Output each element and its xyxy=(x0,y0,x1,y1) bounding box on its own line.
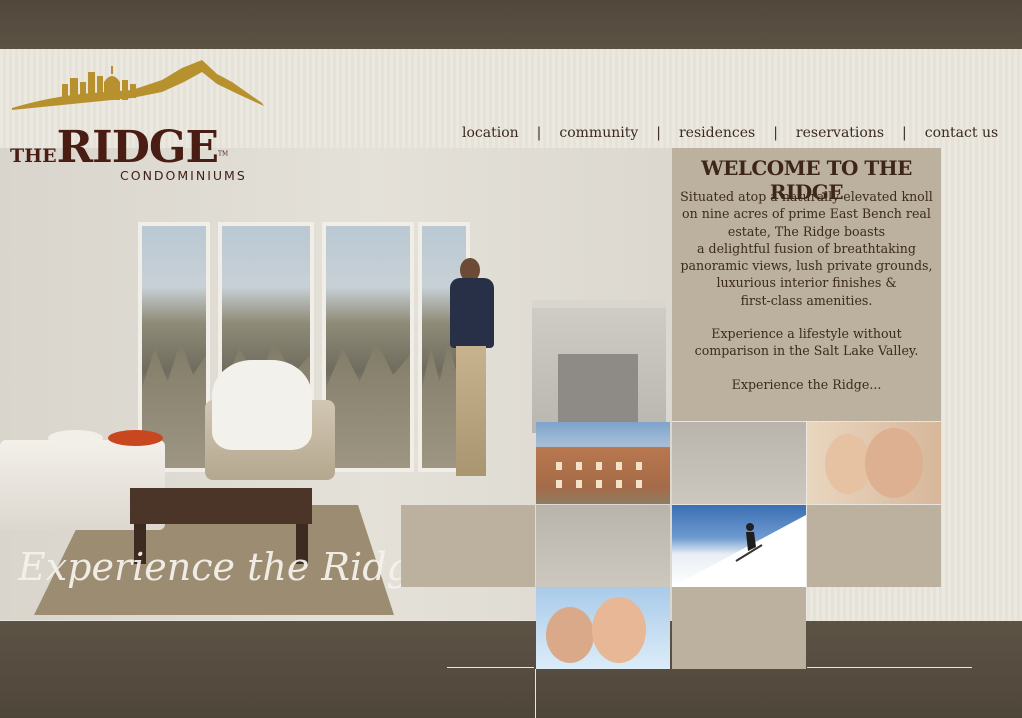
divider-line xyxy=(535,669,536,718)
welcome-paragraph: Situated atop a naturally elevated knoll… xyxy=(680,189,933,308)
building-window xyxy=(596,462,602,470)
tile-blank xyxy=(672,422,806,504)
tile-young-couple-photo[interactable] xyxy=(536,587,670,669)
nav-separator: | xyxy=(773,125,778,141)
nav-reservations[interactable]: reservations xyxy=(790,125,890,141)
welcome-body: Situated atop a naturally elevated knoll… xyxy=(678,188,935,409)
man-face xyxy=(865,428,923,498)
nav-residences[interactable]: residences xyxy=(673,125,761,141)
building-window xyxy=(576,462,582,470)
pillow xyxy=(48,430,103,446)
standing-man xyxy=(450,258,494,480)
woman-face xyxy=(592,597,646,663)
nav-separator: | xyxy=(656,125,661,141)
tile-blank xyxy=(672,587,806,669)
building-window xyxy=(616,462,622,470)
fireplace xyxy=(532,300,666,433)
main-nav: location | community | residences | rese… xyxy=(456,122,1004,144)
mountain-view xyxy=(326,341,410,468)
coffee-table xyxy=(130,488,312,564)
building-window xyxy=(636,462,642,470)
divider-line xyxy=(807,667,972,668)
divider-line xyxy=(447,667,534,668)
trademark: TM xyxy=(218,150,229,158)
man-shirt xyxy=(450,278,494,348)
bottom-bar xyxy=(0,621,1022,718)
wordmark: TheRidgeTM xyxy=(10,122,228,173)
man-face xyxy=(546,607,594,663)
tile-senior-couple-photo[interactable] xyxy=(807,422,941,504)
nav-location[interactable]: location xyxy=(456,125,525,141)
hero-window xyxy=(322,222,414,472)
tile-blank xyxy=(807,505,941,587)
building-window xyxy=(556,480,562,488)
logo[interactable]: TheRidgeTM CONDOMINIUMS xyxy=(10,58,280,188)
building-window xyxy=(636,480,642,488)
building-window xyxy=(616,480,622,488)
tile-blank xyxy=(401,505,535,587)
building-window xyxy=(556,462,562,470)
building-window xyxy=(576,480,582,488)
tile-building-photo[interactable] xyxy=(536,422,670,504)
seated-woman xyxy=(212,360,312,450)
wordmark-the: The xyxy=(10,145,57,167)
pillow xyxy=(108,430,163,446)
divider-line xyxy=(0,620,536,621)
welcome-panel: WELCOME TO THE RIDGE Situated atop a nat… xyxy=(672,148,941,421)
tile-blank xyxy=(536,505,670,587)
wordmark-ridge: Ridge xyxy=(56,122,219,173)
nav-separator: | xyxy=(536,125,542,141)
nav-separator: | xyxy=(902,125,907,141)
tile-skier-photo[interactable] xyxy=(672,505,806,587)
wordmark-condominiums: CONDOMINIUMS xyxy=(120,168,247,183)
top-bar xyxy=(0,0,1022,49)
nav-contact-us[interactable]: contact us xyxy=(919,125,1004,141)
skyline-mountain-icon xyxy=(12,60,264,110)
man-pants xyxy=(456,346,486,476)
building-window xyxy=(596,480,602,488)
skier-icon xyxy=(672,515,806,587)
welcome-paragraph: Experience a lifestyle without compariso… xyxy=(694,326,919,359)
nav-community[interactable]: community xyxy=(553,125,644,141)
welcome-paragraph: Experience the Ridge... xyxy=(731,376,882,392)
